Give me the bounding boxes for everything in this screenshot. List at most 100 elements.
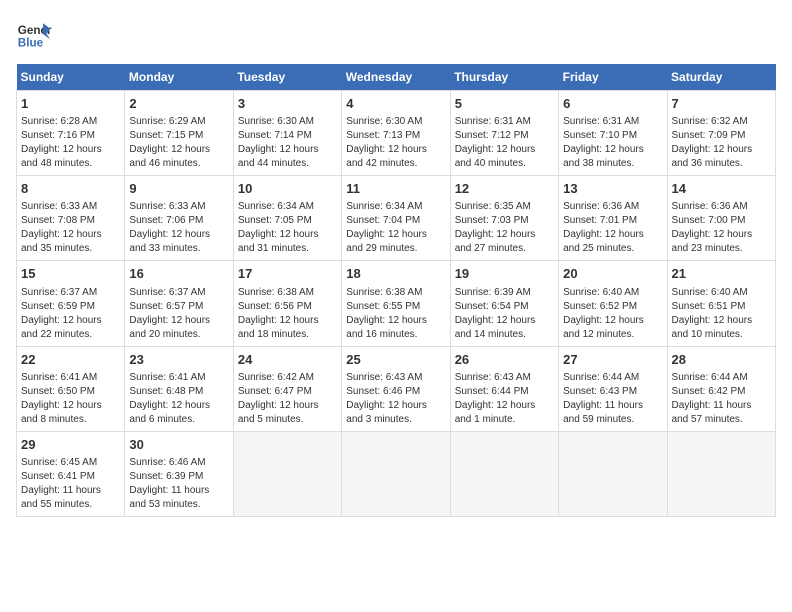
cell-info: Sunrise: 6:38 AM [238, 286, 337, 300]
cell-info: Sunset: 7:01 PM [563, 214, 662, 228]
cell-info: Sunrise: 6:40 AM [563, 286, 662, 300]
day-number: 6 [563, 95, 662, 113]
cell-info: and 12 minutes. [563, 328, 662, 342]
cell-info: Sunrise: 6:32 AM [672, 115, 771, 129]
col-header-friday: Friday [559, 64, 667, 91]
calendar-cell: 9Sunrise: 6:33 AMSunset: 7:06 PMDaylight… [125, 176, 233, 261]
cell-info: Daylight: 12 hours [238, 314, 337, 328]
cell-info: and 3 minutes. [346, 413, 445, 427]
day-number: 10 [238, 180, 337, 198]
week-row-2: 8Sunrise: 6:33 AMSunset: 7:08 PMDaylight… [17, 176, 776, 261]
cell-info: Daylight: 12 hours [672, 228, 771, 242]
cell-info: Sunset: 7:16 PM [21, 129, 120, 143]
cell-info: Sunset: 6:50 PM [21, 385, 120, 399]
day-number: 7 [672, 95, 771, 113]
cell-info: Daylight: 12 hours [129, 228, 228, 242]
cell-info: Daylight: 12 hours [455, 399, 554, 413]
cell-info: and 57 minutes. [672, 413, 771, 427]
day-number: 29 [21, 436, 120, 454]
calendar-cell: 17 Sunrise: 6:38 AMSunset: 6:56 PMDayligh… [233, 261, 341, 346]
day-number: 19 [455, 265, 554, 283]
cell-info: Daylight: 12 hours [238, 228, 337, 242]
day-number: 8 [21, 180, 120, 198]
cell-info: Sunrise: 6:41 AM [129, 371, 228, 385]
calendar-cell: 19Sunrise: 6:39 AMSunset: 6:54 PMDayligh… [450, 261, 558, 346]
calendar-cell: 28Sunrise: 6:44 AMSunset: 6:42 PMDayligh… [667, 346, 775, 431]
cell-info: Sunset: 7:14 PM [238, 129, 337, 143]
cell-info: and 40 minutes. [455, 157, 554, 171]
cell-info: Daylight: 11 hours [563, 399, 662, 413]
calendar-cell: 6Sunrise: 6:31 AMSunset: 7:10 PMDaylight… [559, 91, 667, 176]
cell-info: Daylight: 12 hours [129, 143, 228, 157]
day-number: 28 [672, 351, 771, 369]
cell-info: Daylight: 12 hours [455, 314, 554, 328]
cell-info: and 48 minutes. [21, 157, 120, 171]
calendar-cell: 10 Sunrise: 6:34 AMSunset: 7:05 PMDayligh… [233, 176, 341, 261]
cell-info: and 22 minutes. [21, 328, 120, 342]
calendar-cell: 21Sunrise: 6:40 AMSunset: 6:51 PMDayligh… [667, 261, 775, 346]
calendar-cell: 26Sunrise: 6:43 AMSunset: 6:44 PMDayligh… [450, 346, 558, 431]
cell-info: Sunrise: 6:33 AM [21, 200, 120, 214]
cell-info: and 18 minutes. [238, 328, 337, 342]
cell-info: and 33 minutes. [129, 242, 228, 256]
calendar-cell: 1Sunrise: 6:28 AMSunset: 7:16 PMDaylight… [17, 91, 125, 176]
cell-info: Daylight: 12 hours [672, 143, 771, 157]
logo-icon: General Blue [16, 16, 52, 52]
calendar-cell: 8 Sunrise: 6:33 AMSunset: 7:08 PMDaylight… [17, 176, 125, 261]
day-number: 11 [346, 180, 445, 198]
cell-info: Sunset: 6:41 PM [21, 470, 120, 484]
cell-info: and 27 minutes. [455, 242, 554, 256]
cell-info: Daylight: 12 hours [129, 314, 228, 328]
calendar-cell [342, 431, 450, 516]
cell-info: Daylight: 11 hours [129, 484, 228, 498]
day-number: 13 [563, 180, 662, 198]
day-number: 20 [563, 265, 662, 283]
calendar-cell: 22Sunrise: 6:41 AMSunset: 6:50 PMDayligh… [17, 346, 125, 431]
cell-info: Sunset: 7:08 PM [21, 214, 120, 228]
cell-info: Sunrise: 6:37 AM [21, 286, 120, 300]
calendar-cell: 24Sunrise: 6:42 AMSunset: 6:47 PMDayligh… [233, 346, 341, 431]
cell-info: Daylight: 12 hours [21, 399, 120, 413]
col-header-thursday: Thursday [450, 64, 558, 91]
cell-info: Sunrise: 6:40 AM [672, 286, 771, 300]
day-number: 17 [238, 265, 337, 283]
day-number: 21 [672, 265, 771, 283]
cell-info: Sunset: 7:06 PM [129, 214, 228, 228]
cell-info: Sunset: 6:56 PM [238, 300, 337, 314]
cell-info: Daylight: 12 hours [21, 143, 120, 157]
cell-info: and 10 minutes. [672, 328, 771, 342]
day-number: 4 [346, 95, 445, 113]
cell-info: Daylight: 12 hours [238, 399, 337, 413]
day-number: 9 [129, 180, 228, 198]
week-row-3: 15Sunrise: 6:37 AMSunset: 6:59 PMDayligh… [17, 261, 776, 346]
cell-info: Sunset: 6:52 PM [563, 300, 662, 314]
cell-info: Daylight: 12 hours [238, 143, 337, 157]
cell-info: Sunset: 6:42 PM [672, 385, 771, 399]
cell-info: Sunset: 7:05 PM [238, 214, 337, 228]
cell-info: Sunrise: 6:34 AM [238, 200, 337, 214]
cell-info: Sunrise: 6:45 AM [21, 456, 120, 470]
cell-info: Sunset: 7:03 PM [455, 214, 554, 228]
day-number: 3 [238, 95, 337, 113]
cell-info: Sunrise: 6:30 AM [346, 115, 445, 129]
calendar-cell: 11Sunrise: 6:34 AMSunset: 7:04 PMDayligh… [342, 176, 450, 261]
col-header-monday: Monday [125, 64, 233, 91]
cell-info: Sunset: 7:10 PM [563, 129, 662, 143]
cell-info: Sunrise: 6:28 AM [21, 115, 120, 129]
cell-info: and 46 minutes. [129, 157, 228, 171]
calendar-cell: 2Sunrise: 6:29 AMSunset: 7:15 PMDaylight… [125, 91, 233, 176]
cell-info: Sunrise: 6:31 AM [455, 115, 554, 129]
cell-info: Sunset: 6:59 PM [21, 300, 120, 314]
cell-info: Sunrise: 6:35 AM [455, 200, 554, 214]
cell-info: Sunset: 7:15 PM [129, 129, 228, 143]
week-row-1: 1Sunrise: 6:28 AMSunset: 7:16 PMDaylight… [17, 91, 776, 176]
cell-info: and 16 minutes. [346, 328, 445, 342]
cell-info: Sunset: 6:47 PM [238, 385, 337, 399]
calendar-cell: 15Sunrise: 6:37 AMSunset: 6:59 PMDayligh… [17, 261, 125, 346]
cell-info: and 29 minutes. [346, 242, 445, 256]
cell-info: Sunset: 6:55 PM [346, 300, 445, 314]
cell-info: and 20 minutes. [129, 328, 228, 342]
cell-info: Daylight: 12 hours [21, 228, 120, 242]
cell-info: Daylight: 12 hours [563, 314, 662, 328]
cell-info: Sunset: 7:12 PM [455, 129, 554, 143]
